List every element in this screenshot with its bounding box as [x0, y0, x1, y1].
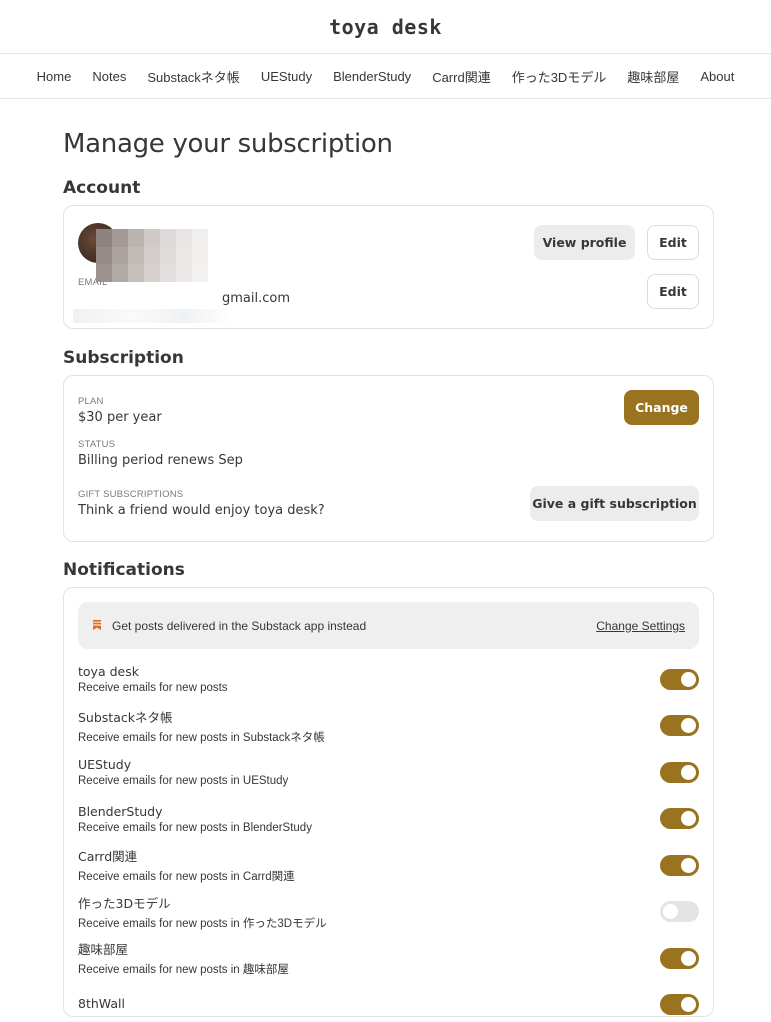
publication-name: UEStudy: [78, 757, 132, 773]
status-value: Billing period renews Sep: [78, 453, 243, 468]
email-toggle[interactable]: [660, 854, 699, 876]
toggle-knob: [681, 671, 696, 687]
publication-desc: Receive emails for new posts in 趣味部屋: [78, 964, 289, 977]
email-toggle[interactable]: [660, 668, 699, 690]
main-nav: Home Notes Substackネタ帳 UEStudy BlenderSt…: [0, 54, 771, 99]
nav-item-3d-models[interactable]: 作った3Dモデル: [501, 67, 617, 86]
publication-desc: Receive emails for new posts in 作った3Dモデル: [78, 917, 327, 930]
publication-name: 趣味部屋: [78, 942, 129, 958]
email-toggle[interactable]: [660, 947, 699, 969]
publication-desc: Receive emails for new posts in Substack…: [78, 731, 325, 744]
publication-name: BlenderStudy: [78, 803, 163, 819]
email-toggle[interactable]: [660, 761, 699, 783]
redacted-name: [96, 229, 208, 282]
email-toggle[interactable]: [660, 901, 699, 923]
notification-row: 作った3Dモデル Receive emails for new posts in …: [78, 889, 699, 936]
email-toggle[interactable]: [660, 994, 699, 1016]
banner-text: Get posts delivered in the Substack app …: [112, 618, 367, 633]
toggle-knob: [681, 857, 696, 873]
email-toggle[interactable]: [660, 808, 699, 830]
publication-name: 8thWall: [78, 995, 125, 1011]
notification-list: toya desk Receive emails for new posts Sub…: [78, 656, 699, 1022]
nav-item-uestudy[interactable]: UEStudy: [250, 69, 322, 84]
change-plan-button[interactable]: Change: [624, 390, 699, 425]
publication-name: Substackネタ帳: [78, 709, 173, 725]
toggle-knob: [681, 997, 696, 1013]
account-section-title: Account: [63, 178, 141, 198]
gift-label: GIFT SUBSCRIPTIONS: [78, 489, 184, 500]
subscription-section-title: Subscription: [63, 348, 184, 368]
page-title: Manage your subscription: [63, 129, 393, 159]
status-label: STATUS: [78, 439, 116, 450]
email-value: gmail.com: [222, 291, 291, 306]
nav-item-notes[interactable]: Notes: [82, 69, 137, 84]
notification-row: UEStudy Receive emails for new posts in U…: [78, 749, 699, 796]
edit-profile-button[interactable]: Edit: [647, 225, 699, 260]
notification-row: 趣味部屋 Receive emails for new posts in 趣味部屋: [78, 935, 699, 982]
nav-item-blenderstudy[interactable]: BlenderStudy: [323, 69, 422, 84]
publication-name: toya desk: [78, 664, 139, 680]
app-delivery-banner: Get posts delivered in the Substack app …: [78, 602, 699, 649]
site-header: toya desk: [0, 0, 771, 54]
gift-value: Think a friend would enjoy toya desk?: [78, 503, 325, 518]
notifications-section-title: Notifications: [63, 560, 185, 580]
change-settings-link[interactable]: Change Settings: [596, 619, 685, 633]
toggle-knob: [681, 764, 696, 780]
publication-desc: Receive emails for new posts: [78, 682, 228, 695]
publication-desc: Receive emails for new posts in UEStudy: [78, 775, 289, 788]
toggle-knob: [681, 811, 696, 827]
nav-item-carrd[interactable]: Carrd関連: [422, 67, 502, 86]
nav-item-home[interactable]: Home: [26, 69, 82, 84]
publication-name: 作った3Dモデル: [78, 895, 171, 911]
notification-row: Substackネタ帳 Receive emails for new posts …: [78, 703, 699, 750]
notification-row: Carrd関連 Receive emails for new posts in C…: [78, 842, 699, 889]
email-toggle[interactable]: [660, 715, 699, 737]
nav-item-substack-neta[interactable]: Substackネタ帳: [137, 67, 250, 86]
notification-row: toya desk Receive emails for new posts: [78, 656, 699, 703]
edit-email-button[interactable]: Edit: [647, 274, 699, 309]
notification-row: BlenderStudy Receive emails for new posts…: [78, 796, 699, 843]
view-profile-button[interactable]: View profile: [534, 225, 635, 260]
plan-label: PLAN: [78, 395, 104, 407]
toggle-knob: [663, 904, 678, 920]
gift-subscription-button[interactable]: Give a gift subscription: [530, 486, 699, 521]
toggle-knob: [681, 718, 696, 734]
publication-name: Carrd関連: [78, 849, 138, 865]
nav-item-about[interactable]: About: [690, 69, 745, 84]
redacted-email: [73, 309, 231, 323]
nav-item-hobby-room[interactable]: 趣味部屋: [617, 67, 690, 86]
plan-value: $30 per year: [78, 409, 162, 425]
subscription-card: PLAN $30 per year Change STATUS Billing …: [63, 375, 714, 542]
publication-desc: Receive emails for new posts in Carrd関連: [78, 871, 295, 884]
site-title[interactable]: toya desk: [329, 15, 442, 39]
substack-bookmark-icon: [92, 619, 102, 633]
publication-desc: Receive emails for new posts in BlenderS…: [78, 821, 312, 834]
notifications-card: Get posts delivered in the Substack app …: [63, 587, 714, 1017]
notification-row: 8thWall: [78, 982, 699, 1022]
toggle-knob: [681, 950, 696, 966]
